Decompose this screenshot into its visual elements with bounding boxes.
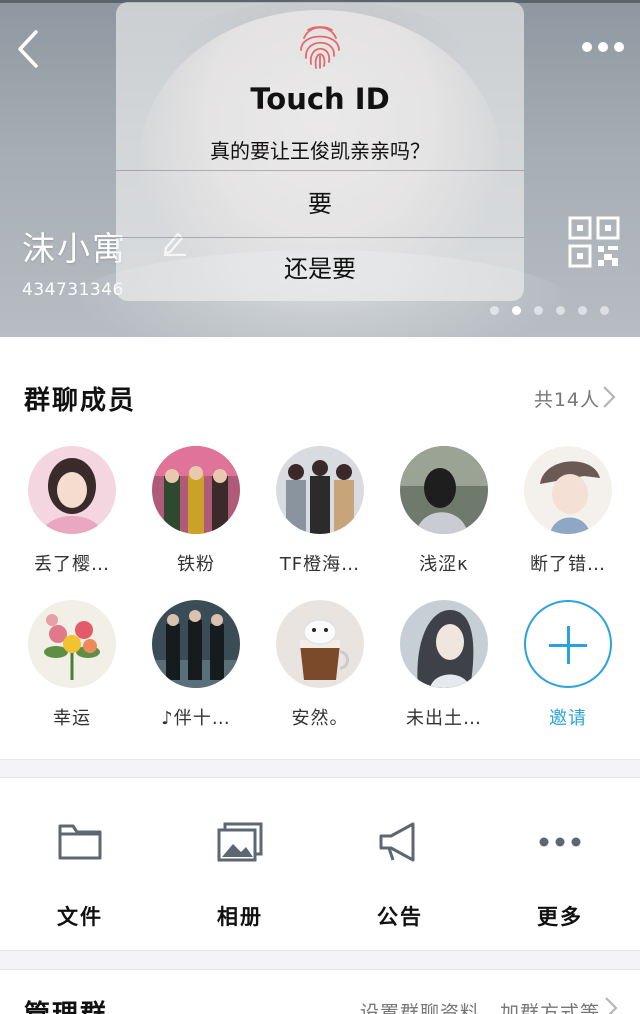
back-arrow-icon[interactable] xyxy=(14,28,44,70)
page-dot xyxy=(578,306,587,315)
photo-album-icon xyxy=(217,822,263,862)
member-avatar xyxy=(276,600,364,688)
member-avatar xyxy=(152,446,240,534)
page-dot xyxy=(556,306,565,315)
section-gap xyxy=(0,950,640,970)
page-dot xyxy=(534,306,543,315)
member-name: 铁粉 xyxy=(177,554,215,575)
fingerprint-icon xyxy=(300,26,340,69)
member-item[interactable]: 安然。 xyxy=(258,600,382,740)
manage-group-row[interactable]: 管理群 设置群聊资料、加群方式等 xyxy=(0,970,640,1014)
members-section: 群聊成员 共14人 丢了樱… 铁粉 TF橙海… 浅涩κ 断了错… 幸运 ♪伴十…… xyxy=(0,337,640,759)
member-name: ♪伴十… xyxy=(161,708,231,729)
alert-button-yes[interactable]: 要 xyxy=(116,171,524,237)
member-name: 安然。 xyxy=(291,708,349,729)
alert-title: Touch ID xyxy=(250,82,390,116)
touch-id-alert: Touch ID 真的要让王俊凯亲亲吗？ 要 还是要 xyxy=(116,2,524,301)
more-dots-icon xyxy=(539,837,581,847)
member-name: 未出土… xyxy=(406,708,482,729)
group-name: 沫小寓 xyxy=(22,229,127,268)
chevron-right-icon[interactable] xyxy=(602,385,616,409)
member-item[interactable]: 浅涩κ xyxy=(382,446,506,586)
manage-group-title: 管理群 xyxy=(24,994,108,1014)
group-id: 434731346 xyxy=(22,280,124,300)
album-button[interactable]: 相册 xyxy=(160,778,320,950)
invite-button[interactable]: 邀请 xyxy=(506,600,630,740)
member-name: TF橙海… xyxy=(279,554,361,575)
more-options-icon[interactable] xyxy=(580,38,626,56)
member-avatar xyxy=(28,446,116,534)
chevron-right-icon xyxy=(605,997,618,1014)
files-label: 文件 xyxy=(57,905,103,929)
member-item[interactable]: 未出土… xyxy=(382,600,506,740)
member-avatar xyxy=(28,600,116,688)
megaphone-icon xyxy=(379,822,415,862)
feature-row: 文件 相册 公告 更多 xyxy=(0,778,640,950)
more-button[interactable]: 更多 xyxy=(480,778,640,950)
member-name: 断了错… xyxy=(530,554,606,575)
member-item[interactable]: ♪伴十… xyxy=(134,600,258,740)
group-header: 沫小寓 434731346 Touch ID 真的要让王俊凯亲亲吗？ 要 还是要 xyxy=(0,0,640,337)
album-label: 相册 xyxy=(217,905,263,929)
alert-message: 真的要让王俊凯亲亲吗？ xyxy=(210,139,430,163)
page-dot-active xyxy=(512,306,521,315)
manage-group-subtitle: 设置群聊资料、加群方式等 xyxy=(359,1002,600,1014)
member-item[interactable]: 丢了樱… xyxy=(10,446,134,586)
cover-page-indicator xyxy=(490,306,609,315)
member-avatar xyxy=(524,446,612,534)
member-avatar xyxy=(400,446,488,534)
member-avatar xyxy=(152,600,240,688)
alert-button-still-yes[interactable]: 还是要 xyxy=(116,238,524,301)
member-avatar xyxy=(400,600,488,688)
member-name: 幸运 xyxy=(53,708,91,729)
section-gap xyxy=(0,759,640,778)
page-dot xyxy=(600,306,609,315)
member-count-link[interactable]: 共14人 xyxy=(534,385,600,412)
member-avatar xyxy=(276,446,364,534)
invite-label: 邀请 xyxy=(549,708,587,729)
member-name: 浅涩κ xyxy=(419,554,469,575)
member-item[interactable]: 幸运 xyxy=(10,600,134,740)
member-item[interactable]: 断了错… xyxy=(506,446,630,586)
announcement-button[interactable]: 公告 xyxy=(320,778,480,950)
more-label: 更多 xyxy=(537,905,583,929)
member-item[interactable]: TF橙海… xyxy=(258,446,382,586)
member-name: 丢了樱… xyxy=(34,554,110,575)
announcement-label: 公告 xyxy=(377,905,423,929)
members-title: 群聊成员 xyxy=(24,386,137,416)
qr-code-icon[interactable] xyxy=(568,216,620,268)
page-dot xyxy=(490,306,499,315)
member-item[interactable]: 铁粉 xyxy=(134,446,258,586)
folder-icon xyxy=(58,824,102,860)
plus-icon[interactable] xyxy=(524,600,612,688)
files-button[interactable]: 文件 xyxy=(0,778,160,950)
